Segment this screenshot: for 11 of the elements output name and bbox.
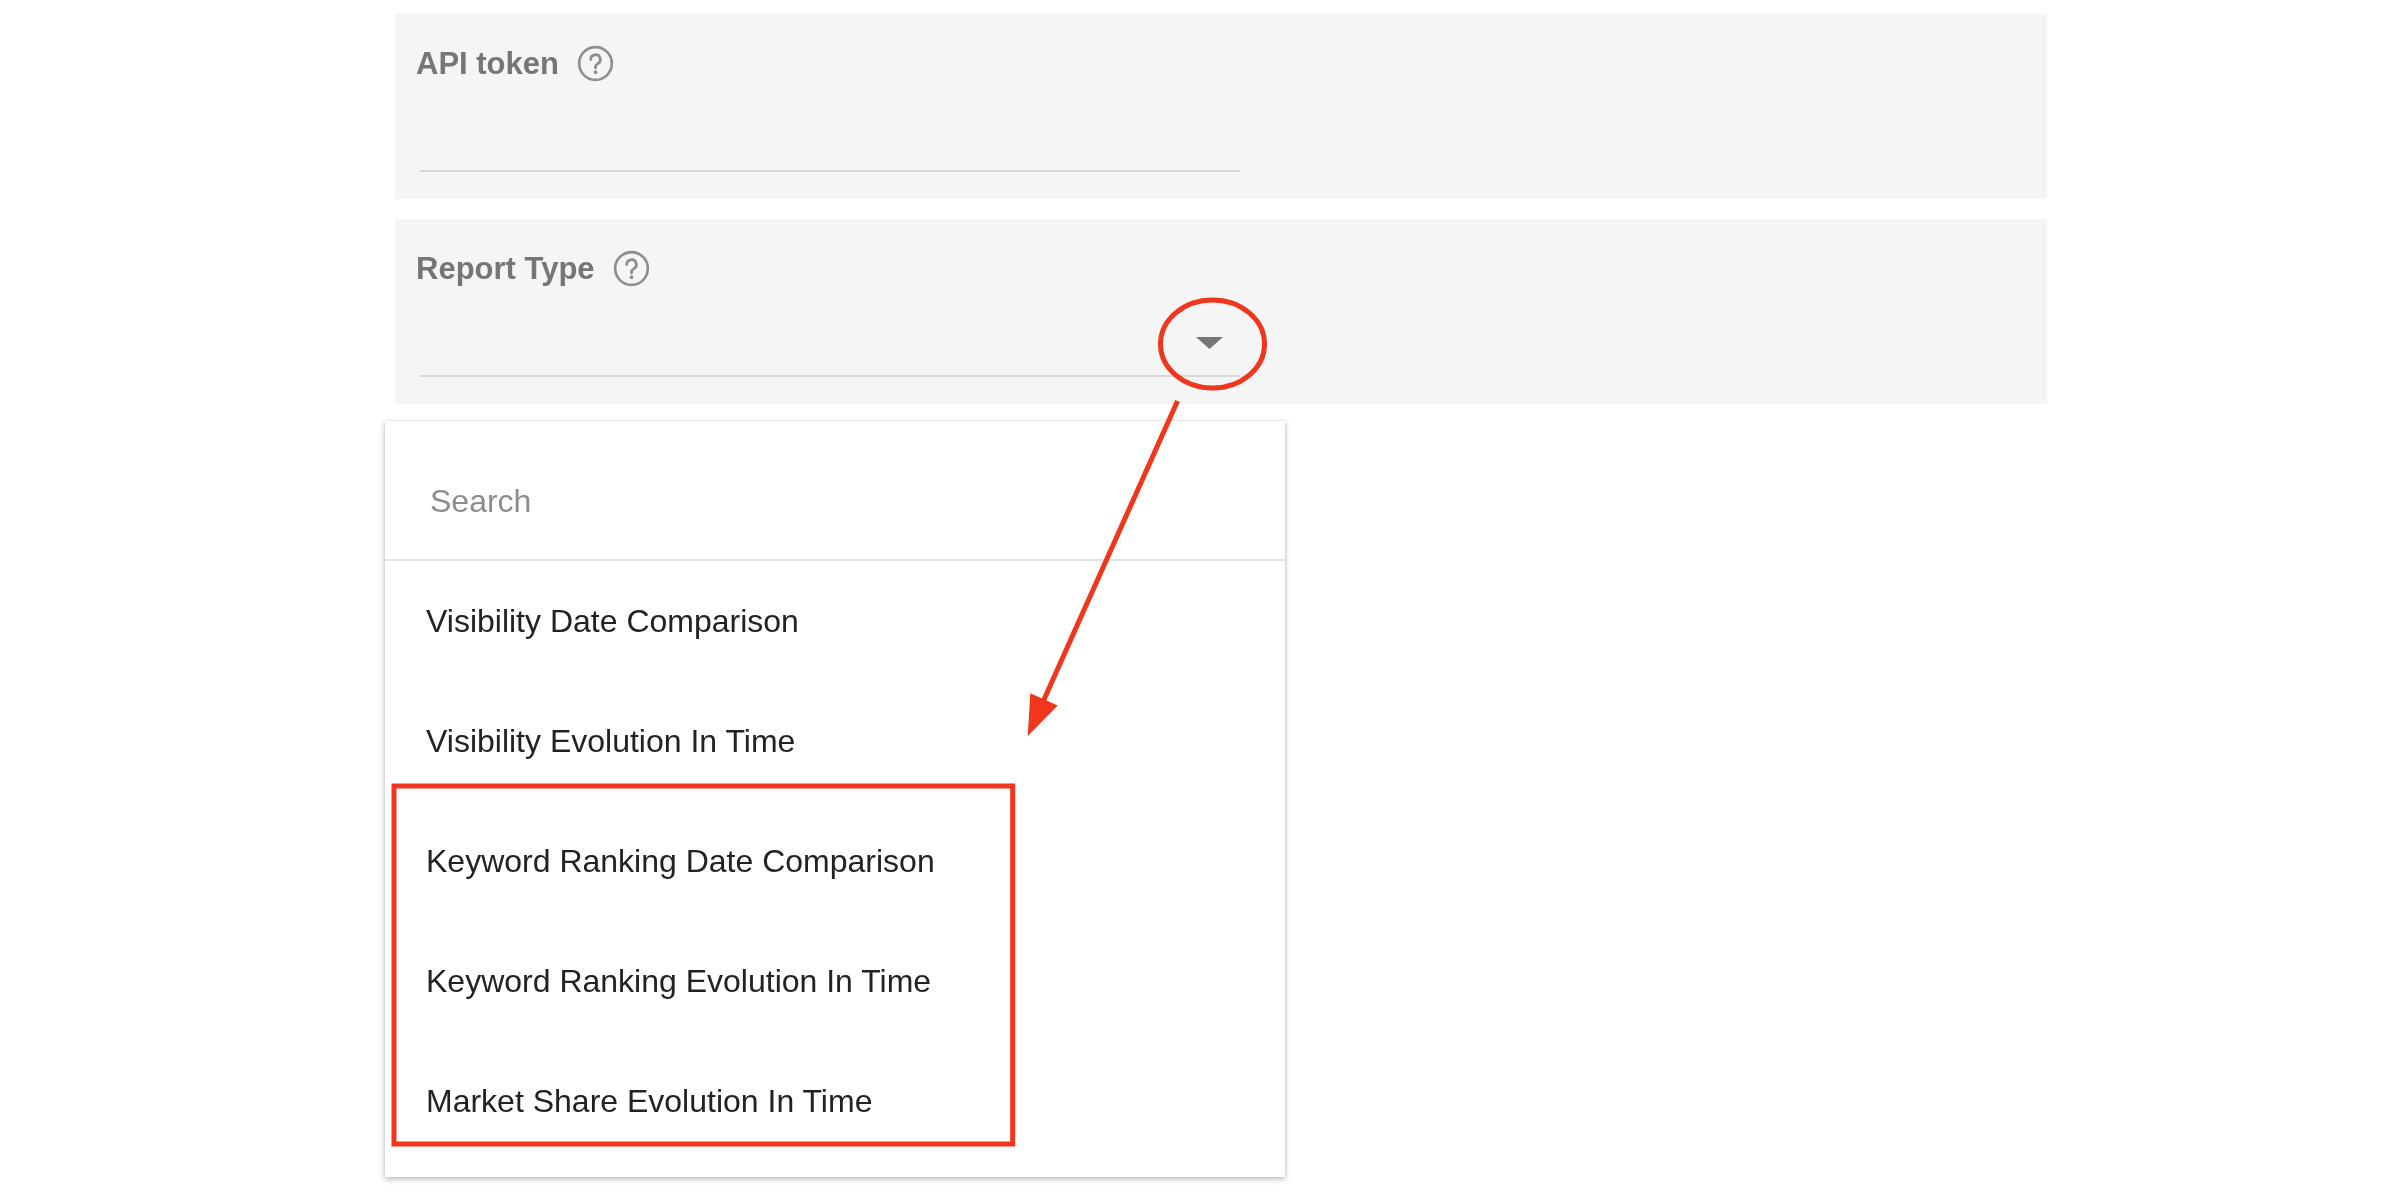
search-field[interactable]: Search [385,421,1285,561]
dropdown-option[interactable]: Keyword Ranking Evolution In Time [385,921,1285,1041]
field-label: API token [416,45,559,82]
help-icon[interactable] [576,45,614,82]
caret-icon[interactable] [1196,337,1223,349]
help-icon[interactable] [612,250,650,287]
field-label: Report Type [416,250,595,287]
dropdown-option[interactable]: Visibility Evolution In Time [385,681,1285,801]
dropdown-option[interactable]: Visibility Date Comparison [385,561,1285,681]
dropdown-option[interactable]: Market Share Evolution In Time [385,1041,1285,1161]
dropdown-option[interactable]: Keyword Ranking Date Comparison [385,801,1285,921]
